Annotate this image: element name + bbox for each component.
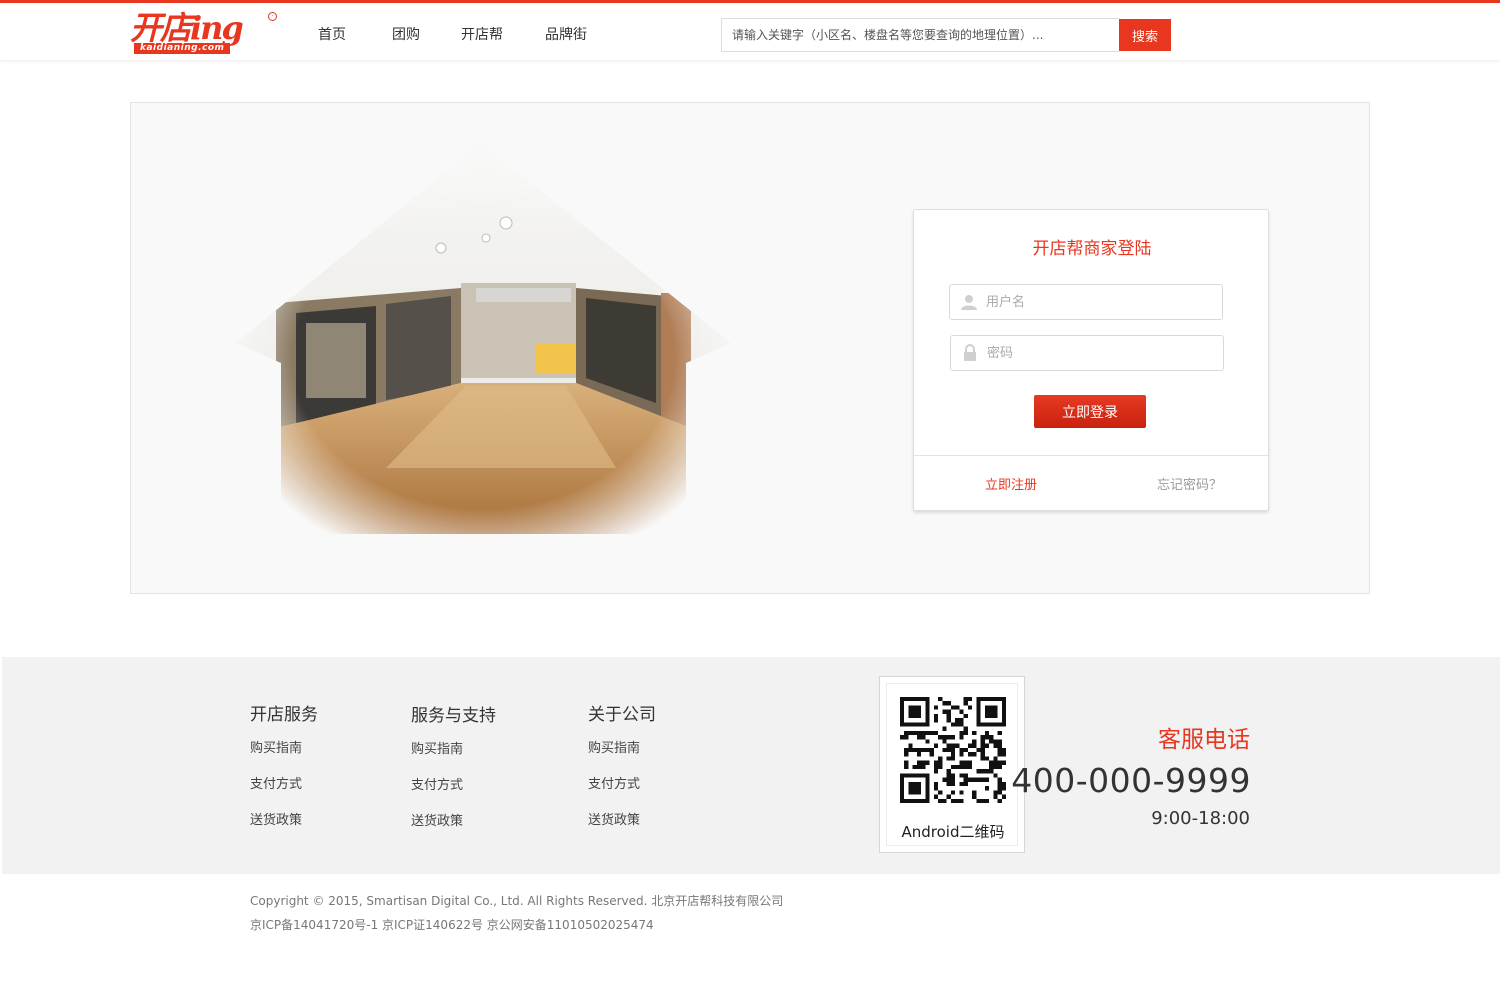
footer-link-delivery[interactable]: 送货政策	[250, 809, 302, 828]
password-input[interactable]	[987, 337, 1217, 369]
qr-label: Android二维码	[901, 823, 1005, 841]
qr-code-icon[interactable]	[900, 697, 1006, 803]
login-panel: 开店帮商家登陆 立即登录 立即注册 忘记密码？	[130, 102, 1370, 594]
footer-link-payment[interactable]: 支付方式	[588, 773, 640, 792]
lock-icon	[964, 344, 976, 361]
password-field[interactable]	[950, 335, 1224, 371]
footer-column-title: 开店服务	[250, 705, 318, 725]
footer-link-delivery[interactable]: 送货政策	[588, 809, 640, 828]
footer-column-support: 服务与支持 购买指南 支付方式 送货政策	[411, 701, 496, 829]
copyright: Copyright © 2015, Smartisan Digital Co.,…	[250, 889, 783, 937]
footer-link-buy-guide[interactable]: 购买指南	[250, 737, 302, 756]
register-link[interactable]: 立即注册	[985, 474, 1037, 493]
logo-domain: kaidianing.com	[134, 43, 231, 54]
android-qr-box: Android二维码	[879, 676, 1025, 853]
footer-link-payment[interactable]: 支付方式	[250, 773, 302, 792]
footer-column-about: 关于公司 购买指南 支付方式 送货政策	[588, 700, 656, 828]
mall-hero-image	[236, 138, 731, 534]
footer-column-title: 服务与支持	[411, 706, 496, 726]
footer-link-buy-guide[interactable]: 购买指南	[411, 738, 463, 757]
nav-item-home[interactable]: 首页	[318, 24, 346, 44]
merchant-login-card: 开店帮商家登陆 立即登录 立即注册 忘记密码？	[913, 209, 1269, 511]
login-submit-button[interactable]: 立即登录	[1034, 395, 1146, 428]
copyright-line: Copyright © 2015, Smartisan Digital Co.,…	[250, 894, 784, 908]
search-input[interactable]	[721, 18, 1119, 52]
forgot-password-link[interactable]: 忘记密码？	[1157, 474, 1222, 493]
footer-column-services: 开店服务 购买指南 支付方式 送货政策	[250, 700, 318, 828]
footer-column-title: 关于公司	[588, 705, 656, 725]
footer-link-buy-guide[interactable]: 购买指南	[588, 737, 640, 756]
footer-link-payment[interactable]: 支付方式	[411, 774, 463, 793]
user-icon	[961, 295, 977, 310]
service-hours: 9:00-18:00	[1151, 808, 1250, 829]
site-logo[interactable]: 开店ing kaidianing.com ·	[130, 10, 278, 56]
mall-interior-illustration	[236, 138, 731, 534]
service-title: 客服电话	[1158, 727, 1250, 753]
icp-line: 京ICP备14041720号-1 京ICP证140622号 京公网安备11010…	[250, 918, 654, 932]
username-field[interactable]	[949, 284, 1223, 320]
qr-inner: Android二维码	[886, 683, 1018, 846]
nav-item-group-buy[interactable]: 团购	[392, 24, 420, 44]
trademark-mark: ·	[268, 12, 277, 21]
logo-wordmark: 开店ing	[130, 9, 244, 47]
login-title: 开店帮商家登陆	[1032, 239, 1152, 259]
nav-item-kaidianbang[interactable]: 开店帮	[461, 24, 503, 44]
search-bar: 搜索	[721, 18, 1171, 52]
card-divider	[914, 455, 1268, 456]
site-header: 开店ing kaidianing.com · 首页 团购 开店帮 品牌街 搜索	[0, 3, 1500, 60]
site-footer: 开店服务 购买指南 支付方式 送货政策 服务与支持 购买指南 支付方式 送货政策…	[2, 657, 1500, 874]
nav-item-brand-street[interactable]: 品牌街	[545, 24, 587, 44]
search-button[interactable]: 搜索	[1119, 19, 1171, 51]
service-phone: 400-000-9999	[1011, 761, 1251, 800]
footer-link-delivery[interactable]: 送货政策	[411, 810, 463, 829]
username-input[interactable]	[986, 286, 1216, 318]
